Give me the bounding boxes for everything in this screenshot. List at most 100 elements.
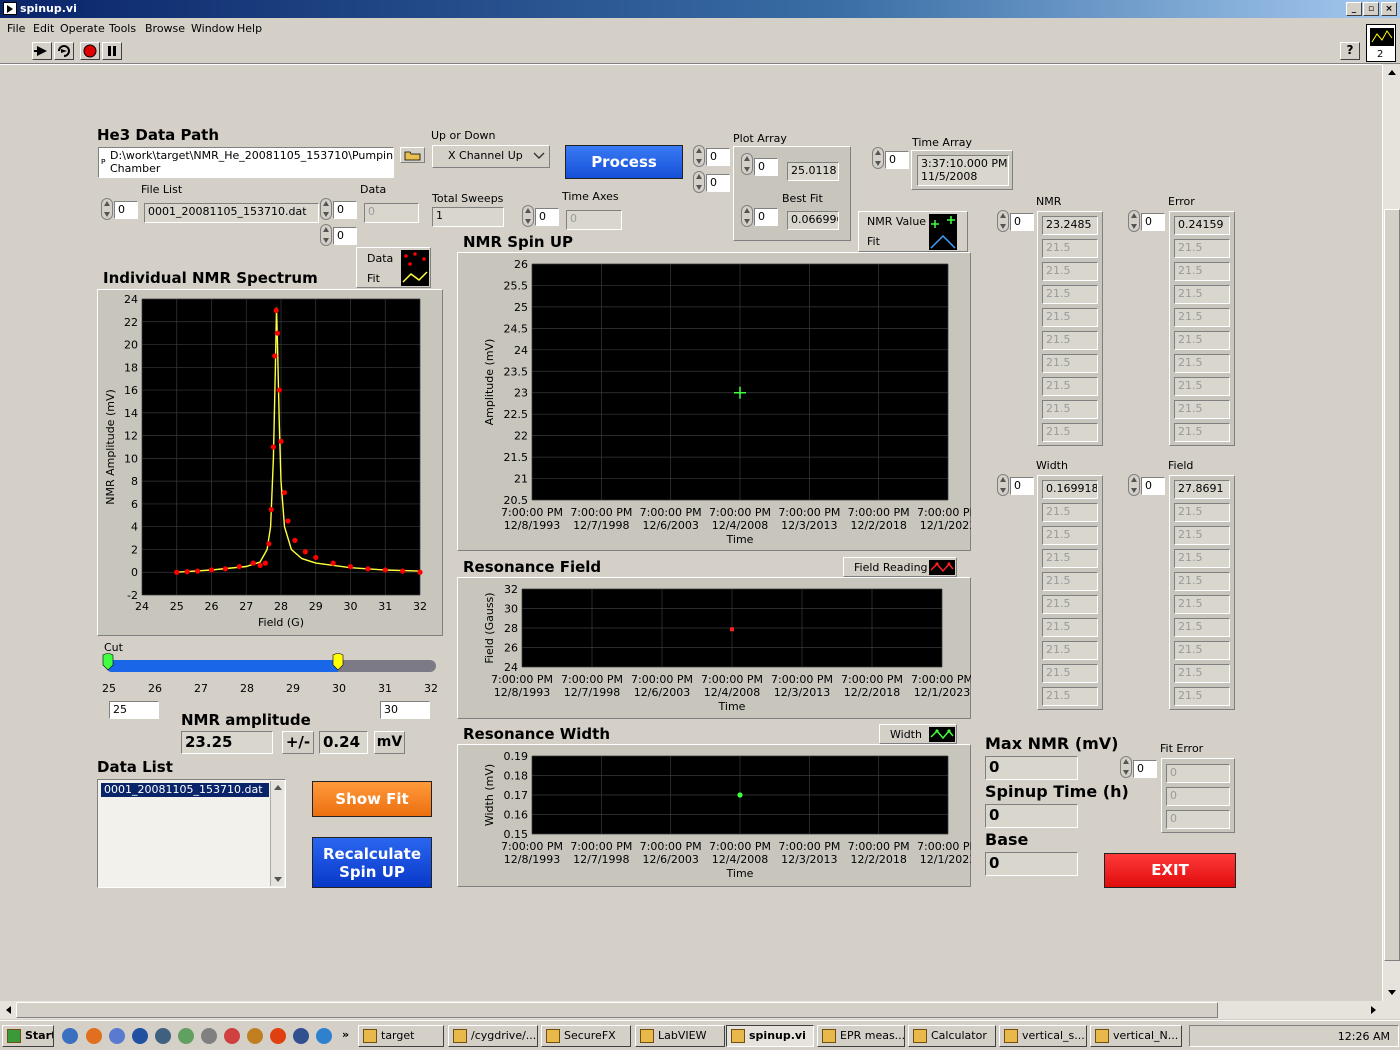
quicklaunch-media-icon[interactable] (132, 1028, 148, 1044)
vertical-scrollbar[interactable] (1382, 64, 1400, 1001)
field-index-stepper[interactable] (1128, 474, 1140, 496)
data-list-box[interactable]: 0001_20081105_153710.dat (97, 779, 286, 888)
quicklaunch-app2-icon[interactable] (224, 1028, 240, 1044)
menu-tools[interactable]: Tools (109, 22, 136, 35)
exit-button[interactable]: EXIT (1104, 853, 1236, 888)
scroll-left-arrow-icon[interactable] (2, 1004, 14, 1016)
time-array-index-stepper[interactable] (872, 147, 884, 169)
run-continuously-icon[interactable] (54, 42, 74, 60)
he3-path-input[interactable]: ᴘ D:\work\target\NMR_He_20081105_153710\… (98, 147, 394, 178)
spinup-graph[interactable]: 20.52121.52222.52323.52424.52525.5267:00… (457, 252, 971, 551)
scroll-up-arrow-icon[interactable] (1385, 66, 1399, 78)
nmr-index-stepper[interactable] (997, 210, 1009, 232)
data-list-scrollbar[interactable] (270, 781, 284, 886)
menu-file[interactable]: File (7, 22, 25, 35)
taskbar-item[interactable]: EPR meas... (817, 1025, 905, 1047)
fit-error-index[interactable]: 0 (1133, 760, 1157, 778)
cut-high-thumb[interactable] (332, 653, 344, 671)
quicklaunch-ie-icon[interactable] (316, 1028, 332, 1044)
field-graph[interactable]: 24262830327:00:00 PM12/8/19937:00:00 PM1… (457, 577, 971, 719)
cut-slider-track[interactable] (106, 660, 436, 672)
scroll-up-icon[interactable] (271, 781, 285, 793)
menu-help[interactable]: Help (237, 22, 262, 35)
pause-icon[interactable] (102, 42, 122, 60)
recalculate-spinup-button[interactable]: Recalculate Spin UP (312, 837, 432, 888)
taskbar-item[interactable]: spinup.vi (726, 1025, 814, 1047)
close-button[interactable]: × (1381, 2, 1397, 16)
taskbar-item[interactable]: SecureFX (541, 1025, 631, 1047)
scroll-down-arrow-icon[interactable] (1385, 987, 1399, 999)
taskbar-item[interactable]: target (358, 1025, 444, 1047)
file-list-index-stepper[interactable] (101, 198, 113, 220)
menu-edit[interactable]: Edit (33, 22, 54, 35)
quicklaunch-app-icon[interactable] (178, 1028, 194, 1044)
process-index-stepper-1[interactable] (693, 145, 705, 167)
vertical-scroll-thumb[interactable] (1384, 209, 1400, 961)
error-index-stepper[interactable] (1128, 210, 1140, 232)
cut-low-thumb[interactable] (102, 653, 114, 671)
data-index-stepper-1[interactable] (320, 198, 332, 220)
quicklaunch-tool-icon[interactable] (201, 1028, 217, 1044)
quicklaunch-app3-icon[interactable] (293, 1028, 309, 1044)
field-index[interactable]: 0 (1141, 477, 1165, 495)
file-list-index[interactable]: 0 (114, 201, 138, 219)
taskbar-item[interactable]: Calculator (908, 1025, 996, 1047)
fit-error-index-stepper[interactable] (1120, 756, 1132, 778)
process-index-2[interactable]: 0 (706, 174, 730, 192)
start-button[interactable]: Start (2, 1025, 54, 1047)
data-index-stepper-2[interactable] (320, 224, 332, 246)
run-arrow-icon[interactable] (32, 42, 52, 60)
taskbar-item[interactable]: vertical_N... (1090, 1025, 1182, 1047)
list-item[interactable]: 0001_20081105_153710.dat (101, 783, 269, 797)
cut-low-input[interactable]: 25 (109, 701, 159, 719)
error-index[interactable]: 0 (1141, 213, 1165, 231)
quicklaunch-network-icon[interactable] (155, 1028, 171, 1044)
show-fit-button[interactable]: Show Fit (312, 781, 432, 817)
quicklaunch-firefox-icon[interactable] (86, 1028, 102, 1044)
minimize-button[interactable]: _ (1346, 2, 1362, 16)
plot-array-index-stepper[interactable] (741, 153, 753, 175)
time-array-index[interactable]: 0 (885, 151, 909, 169)
quicklaunch-more-icon[interactable]: » (342, 1028, 349, 1041)
width-index[interactable]: 0 (1010, 477, 1034, 495)
data-index-1[interactable]: 0 (333, 201, 357, 219)
data-index-2[interactable]: 0 (333, 227, 357, 245)
horizontal-scroll-thumb[interactable] (16, 1002, 1218, 1018)
quicklaunch-thunderbird-icon[interactable] (109, 1028, 125, 1044)
scroll-right-arrow-icon[interactable] (1368, 1004, 1380, 1016)
best-fit-index[interactable]: 0 (754, 208, 778, 226)
up-down-selector[interactable]: X Channel Up (432, 145, 550, 168)
width-graph[interactable]: 0.150.160.170.180.197:00:00 PM12/8/19937… (457, 744, 971, 887)
process-index-1[interactable]: 0 (706, 148, 730, 166)
browse-folder-button[interactable] (400, 147, 425, 163)
time-axes-index-stepper[interactable] (522, 205, 534, 227)
process-button[interactable]: Process (565, 145, 683, 179)
menu-browse[interactable]: Browse (145, 22, 185, 35)
scroll-down-icon[interactable] (271, 874, 285, 886)
x-tick-date: 12/7/1998 (564, 686, 620, 699)
quicklaunch-vc-icon[interactable] (247, 1028, 263, 1044)
taskbar-item[interactable]: vertical_s... (999, 1025, 1087, 1047)
time-axes-index[interactable]: 0 (535, 208, 559, 226)
quicklaunch-gmail-icon[interactable] (270, 1028, 286, 1044)
y-tick-label: 24 (124, 293, 138, 306)
cut-high-input[interactable]: 30 (380, 701, 430, 719)
context-help-icon[interactable]: ? (1340, 42, 1360, 60)
abort-stop-icon[interactable] (80, 42, 100, 60)
horizontal-scrollbar[interactable] (0, 1001, 1400, 1019)
restore-button[interactable]: ▫ (1363, 2, 1379, 16)
spectrum-graph[interactable]: -202468101214161820222424 25 26 27 28 29 30 31 3… (97, 289, 443, 636)
menu-window[interactable]: Window (191, 22, 234, 35)
width-index-stepper[interactable] (997, 474, 1009, 496)
quicklaunch-desktop-icon[interactable] (62, 1028, 78, 1044)
x-tick-time: 7:00:00 PM (848, 840, 910, 853)
menu-operate[interactable]: Operate (60, 22, 105, 35)
best-fit-index-stepper[interactable] (741, 205, 753, 227)
nmr-index[interactable]: 0 (1010, 213, 1034, 231)
taskbar-item[interactable]: LabVIEW (635, 1025, 725, 1047)
plot-array-index[interactable]: 0 (754, 158, 778, 176)
nmr-array-element: 21.5 (1042, 377, 1098, 396)
process-index-stepper-2[interactable] (693, 171, 705, 193)
taskbar-app-icon (363, 1029, 377, 1043)
taskbar-item[interactable]: /cygdrive/... (448, 1025, 538, 1047)
